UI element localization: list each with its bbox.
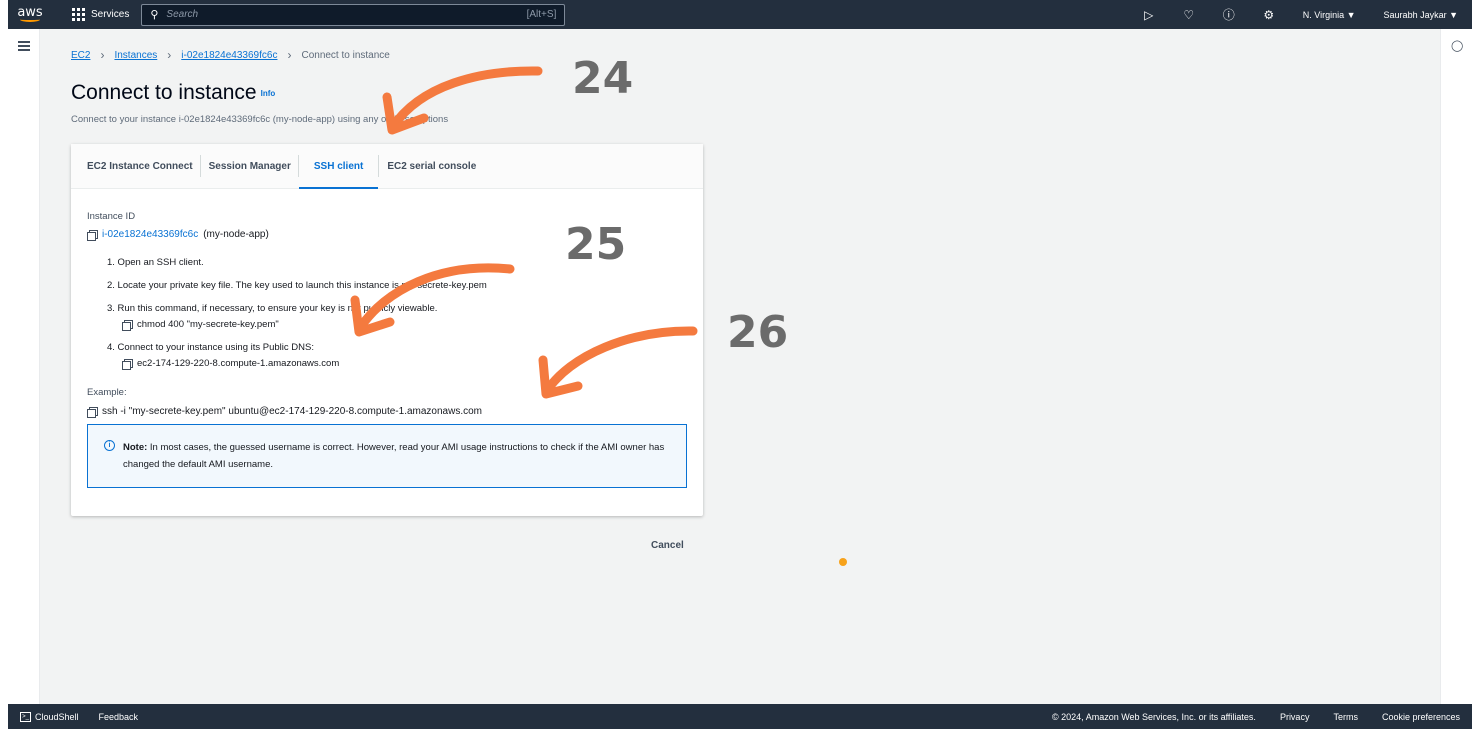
annotation-dot [839,558,847,566]
annotation-arrows [350,66,847,566]
annotation-label-25: 25 [565,219,627,270]
annotation-label-26: 26 [727,307,789,358]
annotation-arrow-26 [541,326,698,397]
annotation-arrow-25 [355,263,515,333]
annotation-label-24: 24 [572,53,634,104]
